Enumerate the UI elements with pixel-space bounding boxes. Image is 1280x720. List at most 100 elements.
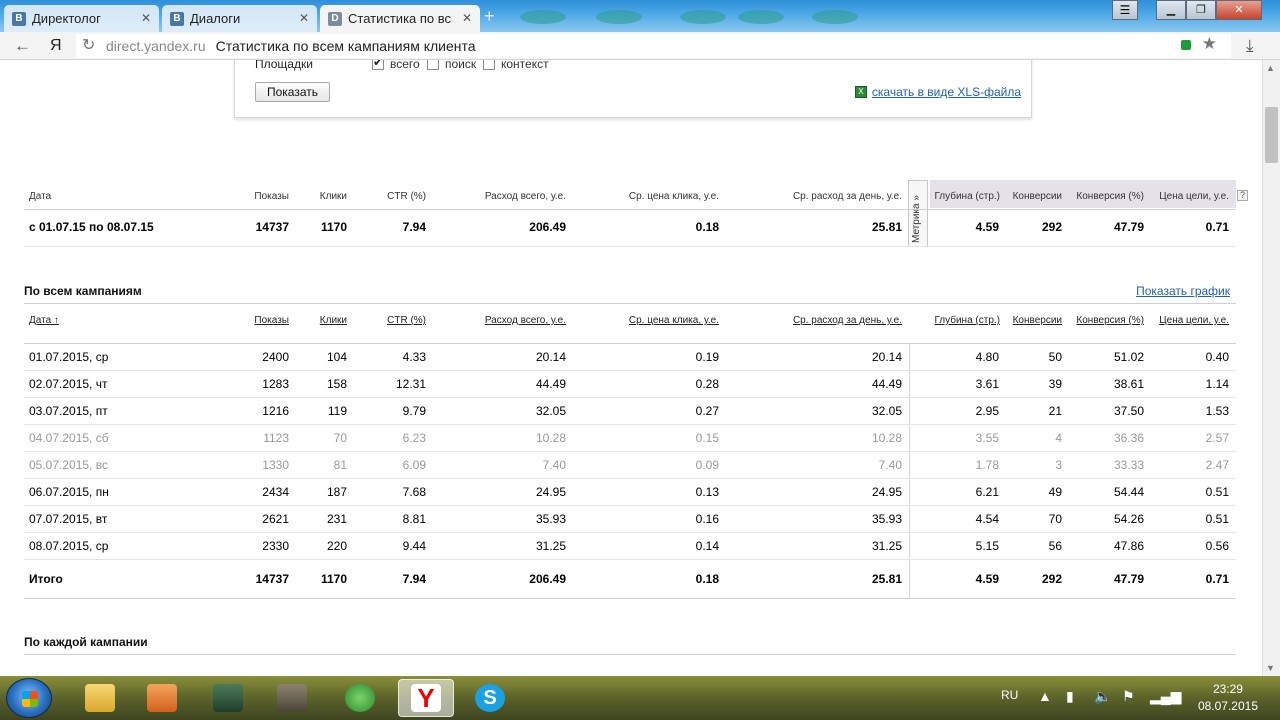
sort-ctr[interactable]: CTR (%) — [387, 315, 426, 326]
scroll-up-icon[interactable]: ▲ — [1266, 63, 1275, 73]
row-divider — [24, 370, 1236, 371]
skype-icon[interactable]: S — [462, 679, 518, 717]
cell-conversion-rate: 51.02 — [1113, 350, 1144, 364]
cell-spend-total: Расход всего, у.е. — [484, 191, 566, 202]
sort-spend-total[interactable]: Расход всего, у.е. — [485, 315, 566, 326]
url-domain: direct.yandex.ru — [106, 38, 206, 54]
cell-avg-cpc: 0.15 — [695, 431, 719, 445]
cell-conversions: 49 — [1048, 485, 1062, 499]
lock-icon[interactable] — [1181, 40, 1191, 50]
sort-avg-cpc[interactable]: Ср. цена клика, у.е. — [629, 315, 719, 326]
yandex-logo[interactable]: Я — [50, 36, 62, 56]
cell-clicks: 220 — [326, 539, 347, 553]
cell-date: 04.07.2015, сб — [29, 431, 109, 445]
sort-depth[interactable]: Глубина (стр.) — [934, 315, 1000, 326]
cell-avg-daily-spend: 7.40 — [878, 458, 902, 472]
language-indicator[interactable]: RU — [1001, 688, 1018, 702]
metrika-toggle[interactable]: Метрика » — [908, 180, 928, 247]
cell-date: 02.07.2015, чт — [29, 377, 108, 391]
gimp-icon[interactable] — [264, 679, 320, 717]
maximize-button[interactable]: ❐ — [1186, 0, 1216, 20]
flag-icon[interactable]: ⚑ — [1122, 688, 1135, 705]
download-master-icon[interactable] — [332, 679, 388, 717]
window-controls: ▁ ❐ ✕ — [1156, 0, 1262, 20]
cell-goal-cost: 0.51 — [1205, 485, 1229, 499]
back-arrow-icon[interactable]: ← — [14, 36, 31, 56]
scroll-thumb[interactable] — [1265, 107, 1278, 163]
reload-icon[interactable]: ↻ — [82, 35, 95, 55]
start-button[interactable] — [6, 678, 52, 718]
cell-conversions: 39 — [1048, 377, 1062, 391]
cell-ctr: 6.09 — [402, 458, 426, 472]
background-decoration — [520, 10, 566, 24]
row-divider — [24, 424, 1236, 425]
menu-icon[interactable]: ☰ — [1112, 0, 1138, 20]
cell-avg-daily-spend: 10.28 — [871, 431, 902, 445]
cell-date: с 01.07.15 по 08.07.15 — [29, 220, 154, 234]
tab-dialogs[interactable]: В Диалоги ✕ — [162, 5, 317, 32]
cell-goal-cost: 2.47 — [1205, 458, 1229, 472]
cell-avg-daily-spend: 31.25 — [871, 539, 902, 553]
cell-clicks: 119 — [327, 404, 347, 418]
sort-conversion-rate[interactable]: Конверсия (%) — [1076, 315, 1144, 326]
scroll-down-icon[interactable]: ▼ — [1266, 663, 1275, 673]
cell-avg-daily-spend: 25.81 — [871, 572, 902, 586]
page-viewport: Площадки всего поиск контекст Показать X… — [0, 60, 1262, 676]
browser-toolbar: ← Я ↻ direct.yandex.ru Статистика по все… — [0, 32, 1280, 60]
sort-conversions[interactable]: Конверсии — [1013, 315, 1062, 326]
cell-avg-daily-spend: 32.05 — [871, 404, 902, 418]
help-icon[interactable]: ? — [1237, 190, 1248, 201]
media-player-icon[interactable] — [134, 679, 190, 717]
windows-taskbar: Y S RU ▲ ▮ 🔈 ⚑ ▂▄▆ 23:29 08.07.2015 — [0, 676, 1280, 720]
cell-depth: 6.21 — [975, 485, 999, 499]
show-graph-link[interactable]: Показать график — [1136, 284, 1230, 298]
section-title-each-campaign: По каждой кампании — [24, 635, 148, 649]
yandex-browser-icon[interactable]: Y — [398, 679, 454, 717]
close-window-button[interactable]: ✕ — [1216, 0, 1262, 20]
cell-impressions: 1216 — [262, 404, 289, 418]
cell-impressions: 1283 — [262, 377, 289, 391]
close-icon[interactable]: ✕ — [141, 6, 151, 31]
row-divider — [24, 598, 1236, 599]
cell-date: 08.07.2015, ср — [29, 539, 109, 553]
sort-date[interactable]: Дата ↑ — [29, 315, 59, 326]
cell-spend-total: 35.93 — [535, 512, 566, 526]
cell-depth: 4.59 — [975, 220, 999, 234]
network-icon[interactable]: ▂▄▆ — [1150, 688, 1181, 705]
address-bar[interactable]: ↻ direct.yandex.ru Статистика по всем ка… — [76, 34, 1231, 58]
clock[interactable]: 23:29 08.07.2015 — [1198, 681, 1258, 715]
explorer-icon[interactable] — [72, 679, 128, 717]
cell-spend-total: 206.49 — [529, 572, 566, 586]
cell-conversion-rate: 47.79 — [1113, 572, 1144, 586]
cell-goal-cost: 1.53 — [1205, 404, 1229, 418]
close-icon[interactable]: ✕ — [299, 6, 309, 31]
volume-icon[interactable]: 🔈 — [1094, 688, 1111, 705]
vertical-scrollbar[interactable]: ▲ ▼ — [1262, 60, 1280, 676]
minimize-button[interactable]: ▁ — [1156, 0, 1186, 20]
cell-spend-total: 7.40 — [542, 458, 566, 472]
sort-impressions[interactable]: Показы — [254, 315, 289, 326]
cell-depth: 4.54 — [975, 512, 999, 526]
battery-icon[interactable]: ▮ — [1066, 688, 1074, 705]
cell-ctr: 7.68 — [402, 485, 426, 499]
sort-clicks[interactable]: Клики — [320, 315, 347, 326]
vk-icon: В — [170, 11, 184, 26]
cell-goal-cost: Цена цели, у.е. — [1159, 191, 1229, 202]
task-manager-icon[interactable] — [200, 679, 256, 717]
cell-goal-cost: 2.57 — [1205, 431, 1229, 445]
cell-depth: Глубина (стр.) — [934, 191, 1000, 202]
star-icon[interactable]: ★ — [1202, 34, 1217, 54]
sort-goal-cost[interactable]: Цена цели, у.е. — [1159, 315, 1229, 326]
cell-depth: 4.80 — [975, 350, 999, 364]
tab-direktolog[interactable]: В Директолог ✕ — [4, 5, 159, 32]
download-icon[interactable]: ⤓ — [1246, 36, 1254, 56]
show-hidden-icons-icon[interactable]: ▲ — [1038, 688, 1052, 704]
new-tab-button[interactable]: + — [484, 6, 495, 27]
tab-statistics[interactable]: D Статистика по вс ✕ — [320, 5, 480, 32]
cell-clicks: 1170 — [320, 572, 347, 586]
close-icon[interactable]: ✕ — [462, 6, 472, 31]
cell-depth: 5.15 — [975, 539, 999, 553]
cell-ctr: 4.33 — [402, 350, 426, 364]
section-title-all-campaigns: По всем кампаниям — [24, 284, 142, 298]
sort-avg-daily-spend[interactable]: Ср. расход за день, у.е. — [793, 315, 902, 326]
